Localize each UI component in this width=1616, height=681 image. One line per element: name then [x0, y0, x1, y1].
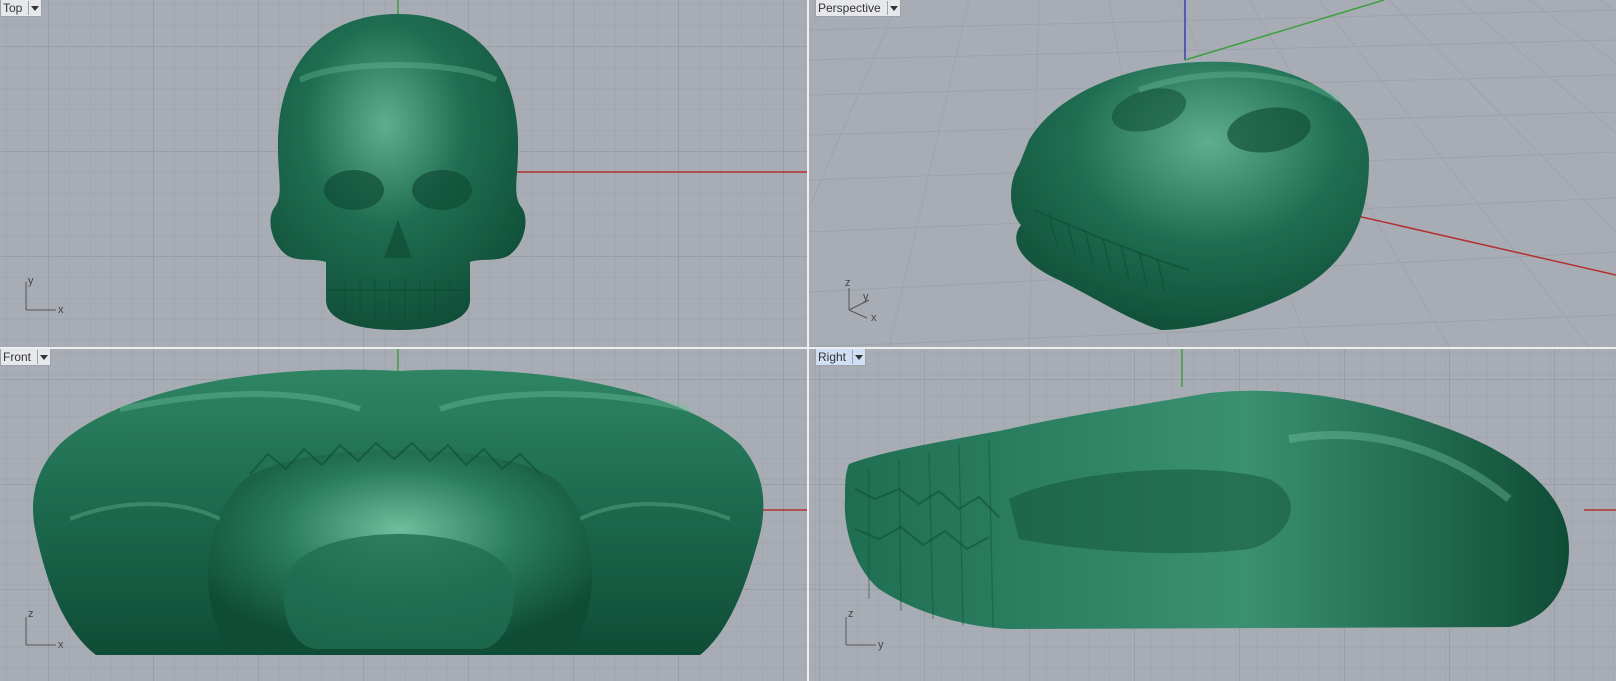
viewport-front[interactable]: z x Front: [0, 349, 807, 681]
viewport-right[interactable]: z y Right: [809, 349, 1616, 681]
front-grid: z x: [0, 349, 807, 681]
axis-label-z: z: [848, 608, 854, 620]
chevron-down-icon[interactable]: [886, 1, 900, 15]
axis-label-x: x: [58, 304, 64, 316]
skull-model-front: [33, 369, 764, 655]
viewport-tab-right[interactable]: Right: [815, 349, 867, 366]
viewport-title-right: Right: [818, 350, 847, 364]
viewport-divider-vertical[interactable]: [807, 0, 809, 681]
perspective-grid: z y x: [809, 0, 1616, 347]
top-grid: y x: [0, 0, 807, 347]
viewport-title-top: Top: [3, 1, 23, 15]
viewport-divider-horizontal[interactable]: [0, 347, 1616, 349]
chevron-down-icon[interactable]: [852, 350, 865, 364]
viewport-perspective[interactable]: z y x Perspective: [809, 0, 1616, 347]
axis-label-z: z: [845, 277, 851, 289]
viewport-tab-front[interactable]: Front: [0, 349, 52, 366]
right-grid: z y: [809, 349, 1616, 681]
y-axis-line: [1184, 0, 1385, 61]
viewport-tab-top[interactable]: Top: [0, 0, 43, 17]
chevron-down-icon[interactable]: [28, 1, 41, 15]
axis-label-z: z: [28, 608, 34, 620]
viewport-title-perspective: Perspective: [818, 1, 881, 15]
axis-label-y: y: [28, 275, 34, 287]
axis-label-x: x: [871, 312, 877, 324]
skull-model-perspective: [1011, 61, 1369, 330]
axis-indicator-perspective: z y x: [845, 277, 877, 324]
viewport-title-front: Front: [3, 350, 32, 364]
axis-label-y: y: [863, 291, 869, 303]
viewport-tab-perspective[interactable]: Perspective: [815, 0, 901, 17]
axis-label-x: x: [58, 639, 64, 651]
viewport-top[interactable]: y x Top: [0, 0, 807, 347]
axis-label-y: y: [878, 639, 884, 651]
chevron-down-icon[interactable]: [37, 350, 50, 364]
